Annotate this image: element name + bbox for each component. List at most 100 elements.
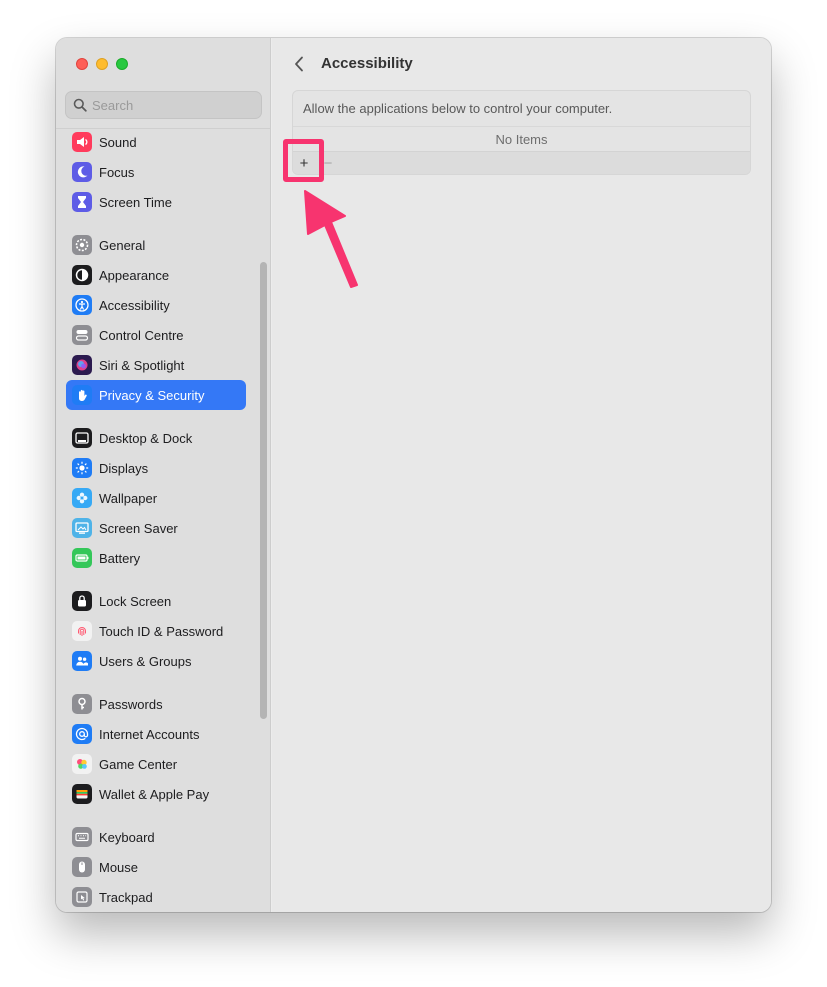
content-pane: Accessibility Allow the applications bel… [272,38,771,912]
sidebar-item-label: Displays [99,460,149,476]
sidebar-item-touch-id-password[interactable]: Touch ID & Password [66,616,246,646]
app-list-panel: Allow the applications below to control … [292,90,751,175]
panel-description: Allow the applications below to control … [293,91,750,127]
sidebar-group: Lock Screen Touch ID & Password Users & Gr… [66,586,246,676]
sidebar-item-passwords[interactable]: Passwords [66,689,246,719]
sidebar-item-label: Internet Accounts [99,726,200,742]
sidebar-item-label: Game Center [99,756,178,772]
empty-list-text: No Items [495,131,548,147]
lock-icon [72,591,92,611]
sidebar-item-trackpad[interactable]: Trackpad [66,882,246,912]
sidebar-item-mouse[interactable]: Mouse [66,852,246,882]
keyboard-icon [72,827,92,847]
minimize-window-button[interactable] [96,58,108,70]
search-field[interactable] [65,91,262,119]
trackpad-icon [72,887,92,907]
sidebar-item-siri-spotlight[interactable]: Siri & Spotlight [66,350,246,380]
screensaver-icon [72,518,92,538]
search-input[interactable] [92,97,252,113]
search-icon [73,98,87,112]
toggles-icon [72,325,92,345]
sidebar-item-wallet-apple-pay[interactable]: Wallet & Apple Pay [66,779,246,809]
sidebar-item-accessibility[interactable]: Accessibility [66,290,246,320]
speaker-icon [72,132,92,152]
sidebar-item-battery[interactable]: Battery [66,543,246,573]
sidebar-item-game-center[interactable]: Game Center [66,749,246,779]
page-title: Accessibility [321,55,413,72]
sidebar-item-label: Siri & Spotlight [99,357,185,373]
sidebar-item-label: Mouse [99,859,139,875]
sidebar: Sound Focus Screen Time General Appearance Ac… [56,38,271,912]
sidebar-item-label: Keyboard [99,829,155,845]
sidebar-item-label: Wallpaper [99,490,158,506]
battery-icon [72,548,92,568]
sidebar-item-wallpaper[interactable]: Wallpaper [66,483,246,513]
sidebar-group: General Appearance Accessibility Control Ce… [66,230,246,410]
list-toolbar: + − [293,152,750,174]
sidebar-group: Keyboard Mouse Trackpad [66,822,246,912]
sidebar-scrollbar[interactable] [260,262,267,719]
sidebar-item-internet-accounts[interactable]: Internet Accounts [66,719,246,749]
sidebar-item-label: Lock Screen [99,593,172,609]
moon-icon [72,162,92,182]
sidebar-item-lock-screen[interactable]: Lock Screen [66,586,246,616]
zoom-window-button[interactable] [116,58,128,70]
sidebar-item-displays[interactable]: Displays [66,453,246,483]
sidebar-item-label: Control Centre [99,327,184,343]
key-icon [72,694,92,714]
sidebar-item-label: Wallet & Apple Pay [99,786,210,802]
sidebar-item-keyboard[interactable]: Keyboard [66,822,246,852]
sidebar-item-users-groups[interactable]: Users & Groups [66,646,246,676]
sidebar-item-label: Appearance [99,267,170,283]
sidebar-item-label: Trackpad [99,889,153,905]
sidebar-item-privacy-security[interactable]: Privacy & Security [66,380,246,410]
hourglass-icon [72,192,92,212]
settings-window: Sound Focus Screen Time General Appearance Ac… [56,38,771,912]
sidebar-item-screen-time[interactable]: Screen Time [66,187,246,217]
sidebar-item-label: Users & Groups [99,653,192,669]
sidebar-item-desktop-dock[interactable]: Desktop & Dock [66,423,246,453]
sidebar-item-label: Accessibility [99,297,170,313]
sidebar-item-control-centre[interactable]: Control Centre [66,320,246,350]
accessibility-icon [72,295,92,315]
sidebar-item-label: Sound [99,134,137,150]
sidebar-item-label: Screen Saver [99,520,178,536]
at-icon [72,724,92,744]
mouse-icon [72,857,92,877]
sidebar-group: Sound Focus Screen Time [66,127,246,217]
sidebar-item-sound[interactable]: Sound [66,127,246,157]
sidebar-item-general[interactable]: General [66,230,246,260]
dock-icon [72,428,92,448]
chevron-left-icon [295,56,303,72]
users-icon [72,651,92,671]
sun-icon [72,458,92,478]
siri-icon [72,355,92,375]
sidebar-item-label: Touch ID & Password [99,623,224,639]
sidebar-item-label: Focus [99,164,135,180]
fingerprint-icon [72,621,92,641]
wallet-icon [72,784,92,804]
pointer-arrow-icon [304,190,358,288]
window-controls [76,58,128,70]
sidebar-item-label: Passwords [99,696,163,712]
sidebar-item-label: Screen Time [99,194,172,210]
gear-icon [72,235,92,255]
add-button-highlight [283,139,324,182]
appearance-icon [72,265,92,285]
sidebar-item-label: Privacy & Security [99,387,205,403]
app-list: No Items [293,127,750,152]
sidebar-group: Passwords Internet Accounts Game Center Wal… [66,689,246,809]
sidebar-item-label: Desktop & Dock [99,430,193,446]
sidebar-item-screen-saver[interactable]: Screen Saver [66,513,246,543]
sidebar-item-appearance[interactable]: Appearance [66,260,246,290]
sidebar-item-label: General [99,237,146,253]
back-button[interactable] [290,54,308,74]
sidebar-item-focus[interactable]: Focus [66,157,246,187]
close-window-button[interactable] [76,58,88,70]
flower-icon [72,488,92,508]
sidebar-group: Desktop & Dock Displays Wallpaper Screen Sa… [66,423,246,573]
sidebar-item-label: Battery [99,550,141,566]
sidebar-list: Sound Focus Screen Time General Appearance Ac… [66,127,246,912]
game-center-icon [72,754,92,774]
hand-icon [72,385,92,405]
